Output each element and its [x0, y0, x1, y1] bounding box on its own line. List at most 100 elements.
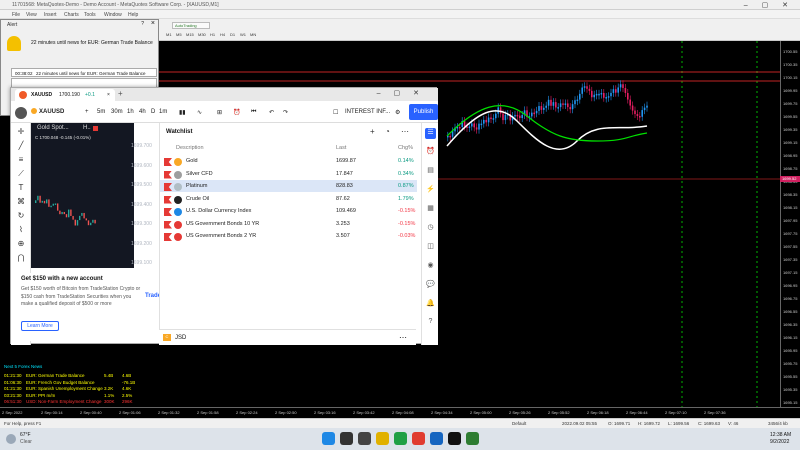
close-icon[interactable]: × — [151, 20, 155, 27]
taskview-icon[interactable] — [358, 432, 371, 445]
alert-clock-icon[interactable]: ⏰ — [425, 147, 436, 158]
alert-icon[interactable]: ⏰ — [233, 109, 240, 116]
watchlist-row[interactable]: US Government Bonds 2 YR 3.507 -0.03% — [160, 230, 417, 242]
tf-m1[interactable]: M1 — [166, 32, 172, 38]
menu-window[interactable]: Window — [104, 12, 122, 18]
tv-tab-xauusd[interactable]: XAUUSD 1700.190 +0.1 × — [15, 89, 115, 101]
tv-window-controls[interactable]: ‒▢✕ — [377, 89, 432, 97]
search-icon[interactable] — [340, 432, 353, 445]
zoom-icon[interactable]: ⊕ — [15, 239, 27, 251]
edge-icon[interactable] — [430, 432, 443, 445]
layout-icon[interactable]: ⊞ — [217, 109, 222, 116]
clock-icon[interactable]: ◷ — [425, 223, 436, 234]
interest-label[interactable]: INTEREST INF... — [345, 109, 390, 115]
chat-icon[interactable]: 💬 — [425, 280, 436, 291]
more-icon[interactable]: ⋯ — [399, 333, 407, 342]
interval-d[interactable]: D — [151, 109, 155, 115]
interval-4h[interactable]: 4h — [139, 109, 146, 115]
explorer-icon[interactable] — [376, 432, 389, 445]
col-last[interactable]: Last — [336, 145, 346, 151]
watchlist-settings-icon[interactable]: ◔ — [385, 127, 390, 136]
interval-5m[interactable]: 5m — [97, 109, 105, 115]
watchlist-row[interactable]: US Government Bonds 10 YR 3.253 -0.15% — [160, 218, 417, 230]
trendline-icon[interactable]: ╱ — [15, 141, 27, 153]
weather-icon[interactable] — [6, 434, 16, 444]
new-tab-icon[interactable]: + — [118, 89, 123, 98]
opera-icon[interactable] — [412, 432, 425, 445]
hotlist-icon[interactable]: ⚡ — [425, 185, 436, 196]
tf-d1[interactable]: D1 — [230, 32, 235, 38]
app-title: 11701568: MetaQuotes-Demo - Demo Account… — [12, 2, 219, 8]
pattern-icon[interactable]: ⟋ — [15, 169, 27, 181]
menu-insert[interactable]: Insert — [44, 12, 57, 18]
indicators-icon[interactable]: ∿ — [197, 109, 202, 116]
watchlist-icon[interactable]: ☰ — [425, 128, 436, 139]
text-icon[interactable]: T — [15, 183, 27, 195]
add-symbol-icon[interactable]: + — [370, 127, 375, 136]
menu-file[interactable]: File — [12, 12, 20, 18]
mini-price-tick: 1699.600 — [131, 162, 152, 169]
help-icon[interactable]: ? — [425, 318, 436, 329]
tf-m5[interactable]: M5 — [176, 32, 182, 38]
menu-help[interactable]: Help — [128, 12, 138, 18]
undo-icon[interactable]: ↶ — [269, 109, 274, 116]
help-button[interactable]: ? — [141, 21, 144, 27]
streams-icon[interactable]: ◉ — [425, 261, 436, 272]
publish-button[interactable]: Publish — [409, 104, 438, 120]
window-controls[interactable]: ‒ ▢ ✕ — [744, 1, 794, 9]
tab-close-icon[interactable]: × — [107, 92, 110, 98]
watchlist-row[interactable]: Silver CFD 17.847 0.34% — [160, 168, 417, 180]
calendar-icon[interactable]: ▦ — [425, 204, 436, 215]
fib-icon[interactable]: ≡ — [15, 155, 27, 167]
tf-mn[interactable]: MN — [250, 32, 256, 38]
measure-icon[interactable]: ⌇ — [15, 225, 27, 237]
checkbox-icon[interactable]: ☐ — [333, 109, 338, 116]
cycle-icon[interactable]: ↻ — [15, 211, 27, 223]
tv-symbol[interactable]: XAUUSD — [39, 109, 64, 115]
chrome-icon[interactable] — [394, 432, 407, 445]
menu-view[interactable]: View — [26, 12, 37, 18]
menu-charts[interactable]: Charts — [64, 12, 79, 18]
data-window-icon[interactable]: ▤ — [425, 166, 436, 177]
interval-1h[interactable]: 1h — [127, 109, 134, 115]
mini-chart[interactable]: Gold Spot... H.. C 1700.048 -0.145 (-0.0… — [31, 123, 134, 268]
magnet-icon[interactable]: ⋂ — [15, 253, 27, 265]
crosshair-icon[interactable]: ✛ — [15, 127, 27, 139]
tf-w1[interactable]: W1 — [240, 32, 246, 38]
symbol-icon — [174, 183, 182, 191]
candle — [593, 94, 595, 98]
watchlist-row[interactable]: U.S. Dollar Currency Index 109.469 -0.15% — [160, 205, 417, 217]
tradingview-icon[interactable] — [448, 432, 461, 445]
flag-icon — [164, 233, 172, 241]
interval-30m[interactable]: 30m — [111, 109, 123, 115]
menu-tools[interactable]: Tools — [84, 12, 96, 18]
settings-icon[interactable]: ⚙ — [395, 109, 400, 116]
replay-icon[interactable]: ⏮ — [251, 109, 256, 116]
autotrading-button[interactable]: AutoTrading — [172, 22, 210, 29]
chart-type-icon[interactable]: ▮▮ — [179, 109, 186, 116]
avatar[interactable] — [15, 107, 27, 119]
tf-h4[interactable]: H4 — [220, 32, 225, 38]
learn-more-button[interactable]: Learn More — [21, 321, 59, 331]
redo-icon[interactable]: ↷ — [283, 109, 288, 116]
weather-text: Clear — [20, 439, 32, 445]
alert-list-row[interactable]: 00:38:02 22 minutes until news for EUR: … — [11, 68, 157, 77]
ideas-icon[interactable]: ◫ — [425, 242, 436, 253]
watchlist-row[interactable]: Platinum 828.83 0.87% — [160, 180, 417, 192]
node-icon[interactable]: ⌘ — [15, 197, 27, 209]
candle — [487, 117, 490, 123]
watchlist-row[interactable]: Gold 1699.87 0.14% — [160, 155, 417, 167]
add-symbol-icon[interactable]: + — [85, 109, 89, 115]
interval-1m[interactable]: 1m — [159, 109, 167, 115]
notification-icon[interactable]: 🔔 — [425, 299, 436, 310]
tf-m30[interactable]: M30 — [198, 32, 206, 38]
more-icon[interactable]: ⋯ — [401, 127, 409, 136]
col-description[interactable]: Description — [176, 145, 204, 151]
tf-h1[interactable]: H1 — [210, 32, 215, 38]
mt4-icon[interactable] — [466, 432, 479, 445]
watchlist-row[interactable]: Crude Oil 87.62 1.79% — [160, 193, 417, 205]
tf-m15[interactable]: M15 — [186, 32, 194, 38]
watchlist-title[interactable]: Watchlist — [166, 129, 192, 135]
start-icon[interactable] — [322, 432, 335, 445]
col-chg[interactable]: Chg% — [398, 145, 413, 151]
